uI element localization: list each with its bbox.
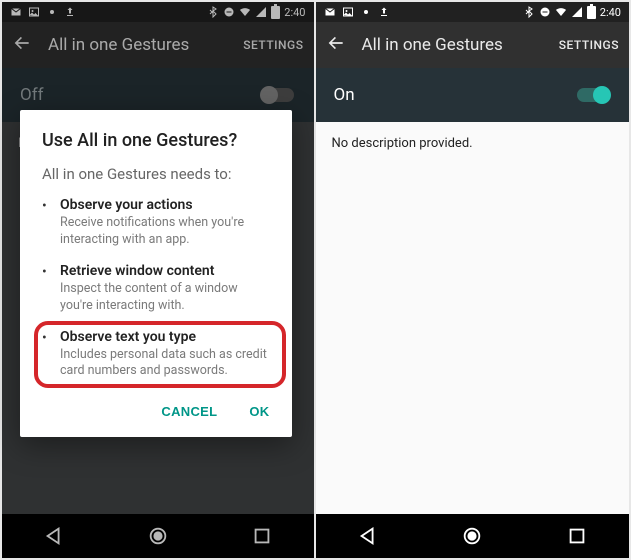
permission-title: Observe text you type [60, 329, 272, 345]
upload-icon [378, 6, 390, 18]
back-button[interactable] [326, 33, 346, 57]
signal-icon [571, 6, 583, 18]
wifi-icon [555, 6, 567, 18]
ok-button[interactable]: OK [237, 394, 281, 429]
settings-button[interactable]: SETTINGS [559, 38, 619, 52]
bullet-icon: • [42, 329, 60, 381]
back-arrow-icon [326, 33, 346, 53]
dialog-subtitle: All in one Gestures needs to: [42, 165, 282, 183]
toggle-bar[interactable]: On [316, 68, 630, 122]
bullet-icon: • [42, 263, 60, 315]
nav-back-button[interactable] [357, 525, 379, 547]
content-area: No description provided. [316, 122, 630, 514]
phone-left: 2:40 All in one Gestures SETTINGS Off N … [0, 0, 316, 560]
dialog-actions: CANCEL OK [42, 394, 282, 429]
nav-recents-button[interactable] [566, 525, 588, 547]
settings-icon [360, 6, 372, 18]
permission-desc: Inspect the content of a window you're i… [60, 281, 272, 315]
permission-desc: Includes personal data such as credit ca… [60, 347, 272, 381]
toggle-switch[interactable] [575, 85, 611, 105]
cancel-button[interactable]: CANCEL [149, 394, 229, 429]
image-icon [342, 6, 354, 18]
gmail-icon [324, 6, 336, 18]
dialog-title: Use All in one Gestures? [42, 130, 282, 151]
app-title: All in one Gestures [362, 35, 543, 55]
nav-bar [316, 514, 630, 558]
app-bar: All in one Gestures SETTINGS [316, 22, 630, 68]
nav-home-button[interactable] [461, 525, 483, 547]
bullet-icon: • [42, 197, 60, 249]
dnd-icon [539, 6, 551, 18]
permission-item: • Observe your actions Receive notificat… [42, 197, 282, 249]
phone-right: 2:40 All in one Gestures SETTINGS On No … [316, 0, 631, 560]
battery-icon [587, 6, 596, 19]
bluetooth-icon [523, 6, 535, 18]
permission-desc: Receive notifications when you're intera… [60, 215, 272, 249]
permission-item: • Retrieve window content Inspect the co… [42, 263, 282, 315]
permission-item-highlighted: • Observe text you type Includes persona… [42, 329, 282, 381]
permission-dialog: Use All in one Gestures? All in one Gest… [20, 110, 292, 437]
toggle-state-label: On [334, 85, 355, 105]
permission-title: Retrieve window content [60, 263, 272, 279]
permission-title: Observe your actions [60, 197, 272, 213]
permission-list: • Observe your actions Receive notificat… [42, 197, 282, 380]
status-time: 2:40 [600, 6, 621, 19]
status-bar: 2:40 [316, 2, 630, 22]
